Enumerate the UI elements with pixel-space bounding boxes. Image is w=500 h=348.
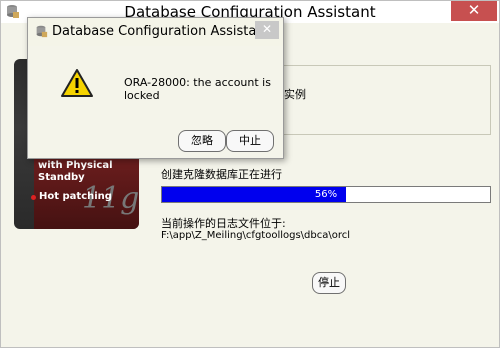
dialog-title: Database Configuration Assistant bbox=[52, 24, 270, 39]
banner-bullet-text: Hot patching bbox=[39, 191, 112, 202]
dialog-body: ORA-28000: the account is locked 忽略 中止 bbox=[28, 46, 283, 158]
dialog-close-button[interactable]: ✕ bbox=[255, 21, 279, 39]
log-label: 当前操作的日志文件位于: bbox=[161, 217, 286, 230]
banner-line1: with Physical bbox=[38, 160, 113, 171]
bullet-icon bbox=[31, 195, 36, 200]
window-close-button[interactable]: ✕ bbox=[451, 1, 497, 21]
info-text: 实例 bbox=[284, 88, 306, 101]
stop-button[interactable]: 停止 bbox=[312, 272, 346, 294]
app-icon bbox=[36, 25, 48, 38]
dialog-message: ORA-28000: the account is locked bbox=[124, 76, 271, 102]
progress-bar: 56% bbox=[161, 186, 491, 203]
abort-button[interactable]: 中止 bbox=[226, 130, 274, 152]
log-path: F:\app\Z_Meiling\cfgtoollogs\dbca\orcl bbox=[161, 230, 351, 241]
banner-line2: Standby bbox=[38, 172, 85, 183]
ignore-button[interactable]: 忽略 bbox=[178, 130, 226, 152]
dialog-titlebar[interactable]: Database Configuration Assistant ✕ bbox=[28, 18, 283, 46]
progress-label: 创建克隆数据库正在进行 bbox=[161, 168, 282, 181]
progress-text: 56% bbox=[314, 189, 338, 200]
error-dialog: Database Configuration Assistant ✕ ORA-2… bbox=[27, 17, 284, 159]
banner-text-line1: with Physical Standby bbox=[38, 160, 113, 184]
warning-icon bbox=[61, 69, 93, 97]
